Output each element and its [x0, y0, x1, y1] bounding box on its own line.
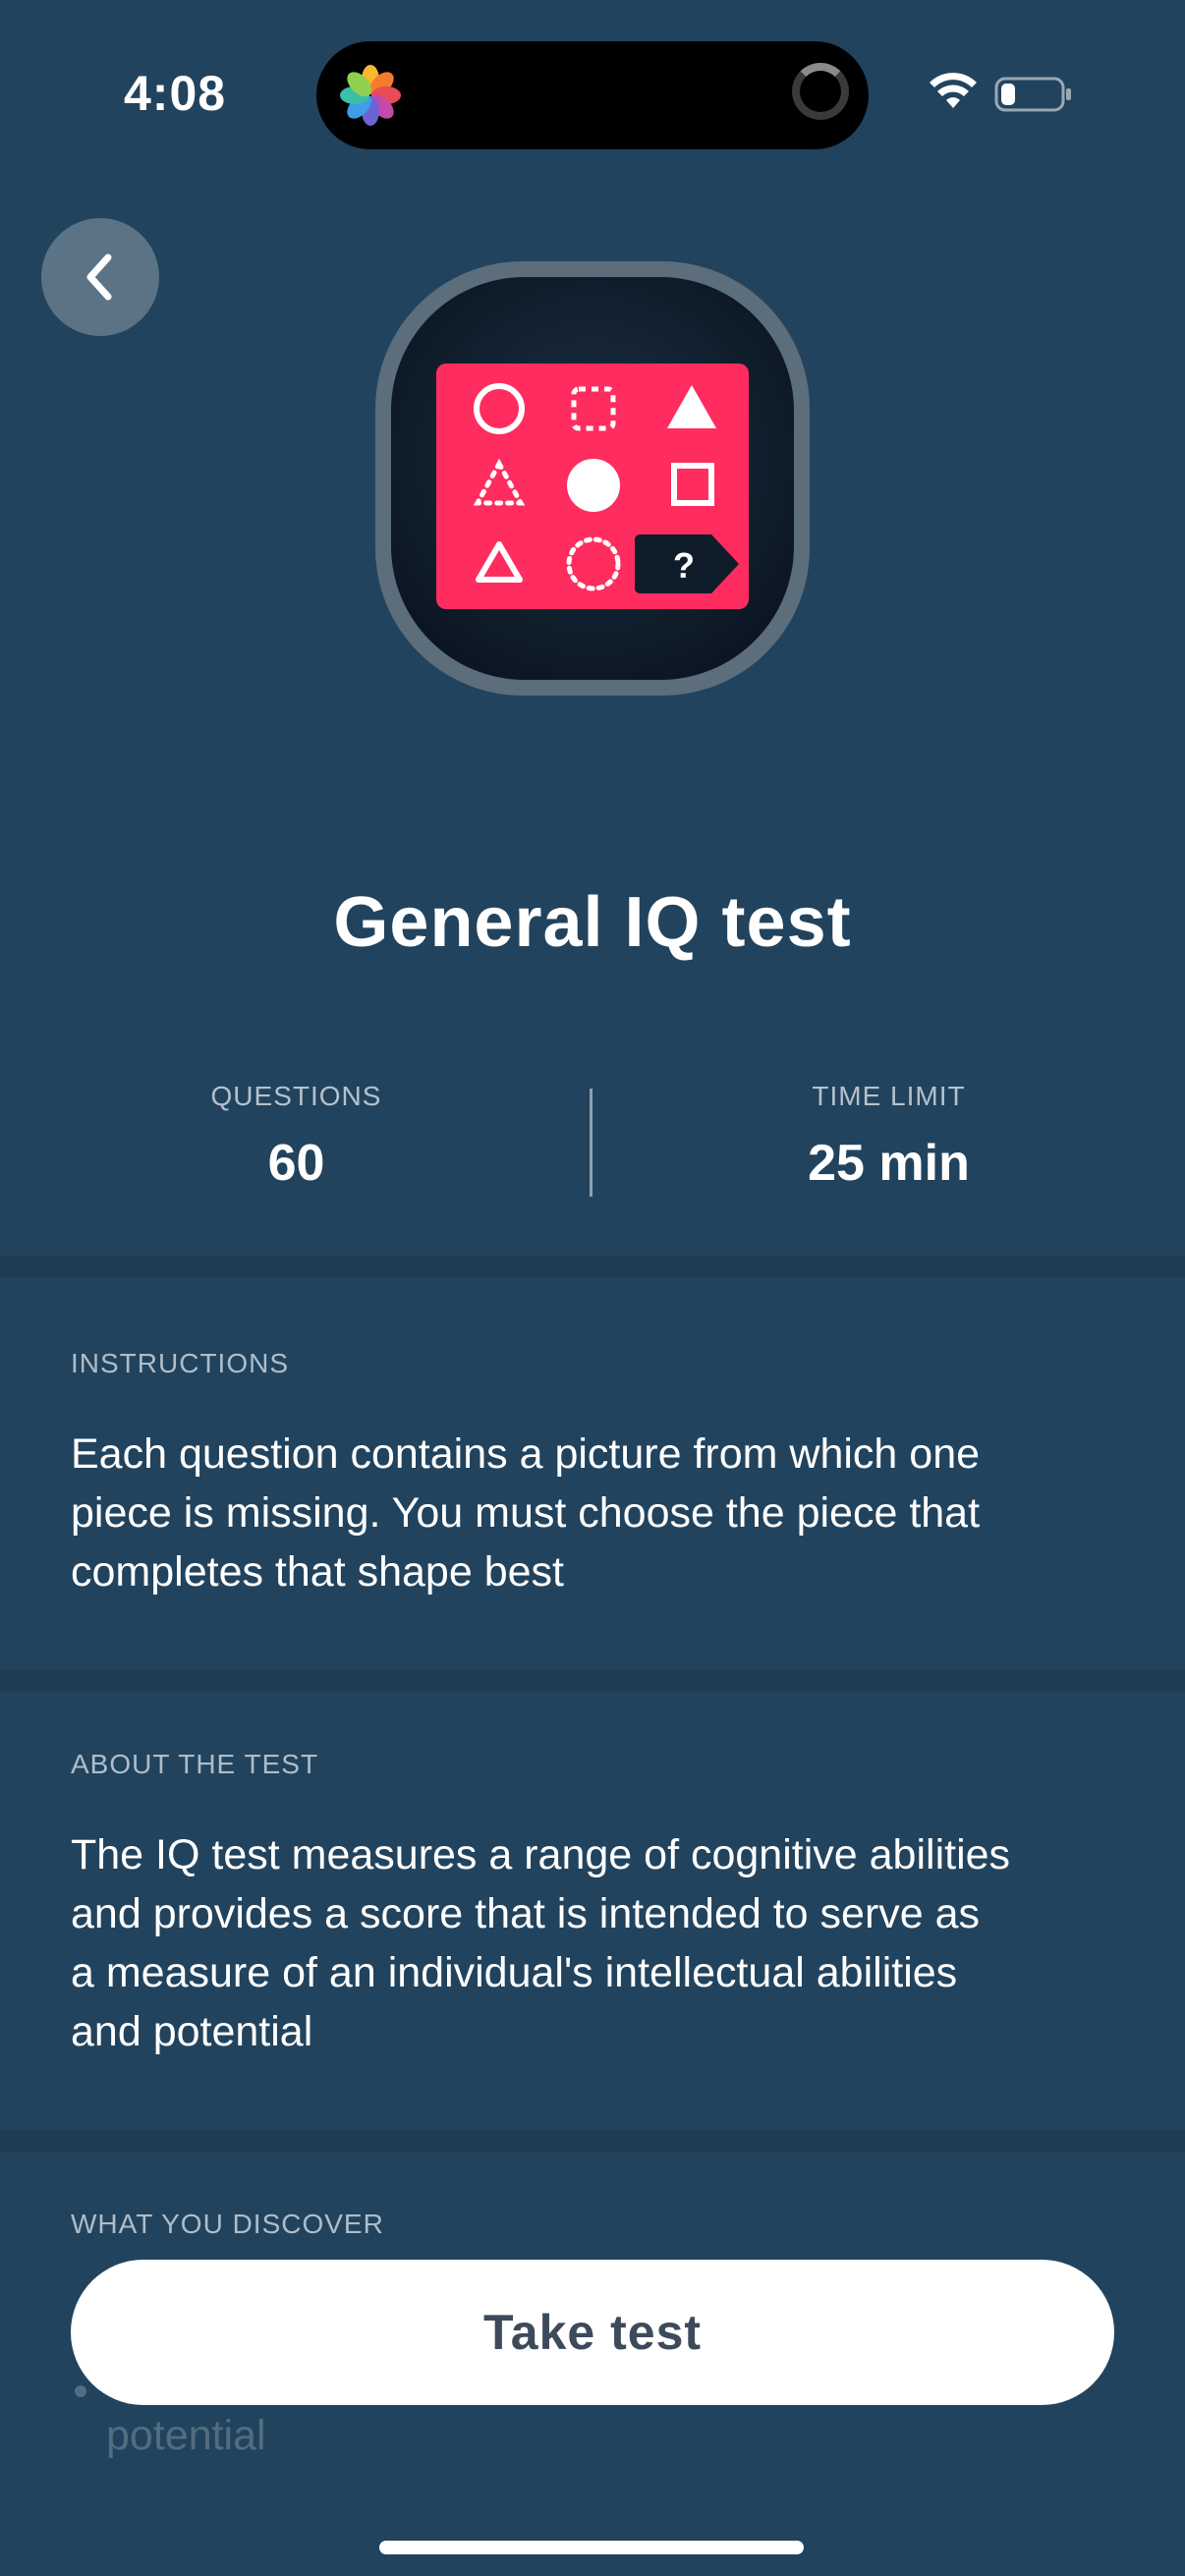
status-time: 4:08: [124, 66, 227, 121]
about-line: and provides a score that is intended to…: [71, 1890, 981, 1937]
chevron-left-icon: [86, 253, 112, 301]
instructions-line: piece is missing. You must choose the pi…: [71, 1489, 981, 1537]
section-divider: [0, 2130, 1185, 2152]
discover-peek-text: potential: [106, 2412, 266, 2459]
time-limit-value: 25 min: [808, 1135, 970, 1192]
section-divider: [0, 1256, 1185, 1277]
dynamic-island: [316, 41, 869, 149]
battery-icon: [994, 77, 1071, 112]
questions-stat: QUESTIONS 60: [0, 1081, 592, 1193]
question-mark-label: ?: [673, 545, 695, 586]
wifi-icon: [930, 73, 977, 108]
instructions-heading: INSTRUCTIONS: [71, 1348, 289, 1378]
instructions-line: completes that shape best: [71, 1548, 564, 1596]
photos-icon: [340, 65, 401, 126]
discover-heading: WHAT YOU DISCOVER: [71, 2209, 384, 2239]
home-indicator[interactable]: [379, 2541, 804, 2554]
instructions-text: Each question contains a picture from wh…: [71, 1425, 1122, 1601]
time-limit-label: TIME LIMIT: [812, 1081, 966, 1111]
about-text: The IQ test measures a range of cognitiv…: [71, 1825, 1122, 2061]
activity-spinner-icon: [792, 63, 849, 120]
back-button[interactable]: [41, 218, 159, 336]
questions-value: 60: [267, 1135, 325, 1192]
time-limit-stat: TIME LIMIT 25 min: [592, 1081, 1185, 1193]
about-heading: ABOUT THE TEST: [71, 1749, 319, 1779]
about-line: a measure of an individual's intellectua…: [71, 1949, 958, 1996]
section-divider: [0, 1670, 1185, 1692]
shape-puzzle-icon: ?: [375, 261, 810, 696]
take-test-button[interactable]: Take test: [71, 2260, 1114, 2405]
page-title: General IQ test: [333, 883, 852, 962]
about-line: and potential: [71, 2008, 313, 2055]
questions-label: QUESTIONS: [210, 1081, 382, 1111]
about-line: The IQ test measures a range of cognitiv…: [71, 1831, 1011, 1878]
instructions-line: Each question contains a picture from wh…: [71, 1430, 981, 1478]
list-bullet: [75, 2385, 86, 2397]
